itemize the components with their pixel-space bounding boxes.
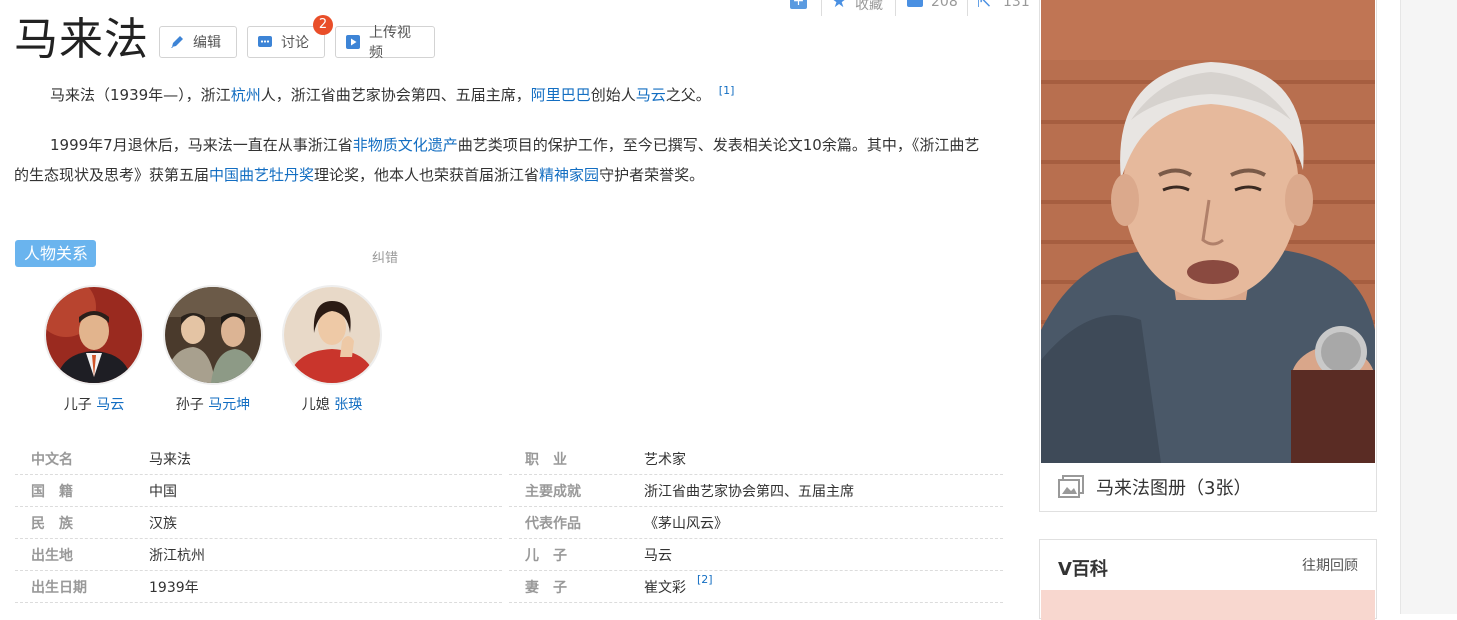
reference-1[interactable]: [1] bbox=[719, 84, 735, 97]
person-caption: 儿子 马云 bbox=[44, 394, 144, 414]
info-key: 国 籍 bbox=[31, 483, 73, 500]
basic-info-left: 中文名 马来法 国 籍 中国 民 族 汉族 出生地 浙江杭州 出生日期 1939年 bbox=[15, 443, 502, 603]
text-span: 1999年7月退休后，马来法一直在从事浙江省 bbox=[50, 136, 353, 154]
text-span: 人，浙江省曲艺家协会第四、五届主席， bbox=[260, 86, 531, 104]
info-key: 民 族 bbox=[31, 515, 73, 532]
info-row: 国 籍 中国 bbox=[15, 475, 502, 507]
avatar[interactable] bbox=[163, 285, 263, 385]
link-spiritual-home[interactable]: 精神家园 bbox=[539, 166, 599, 184]
relation-label: 儿子 bbox=[63, 397, 92, 413]
info-value-link[interactable]: 马云 bbox=[644, 545, 672, 565]
like-icon[interactable] bbox=[907, 0, 923, 7]
info-key: 儿 子 bbox=[525, 547, 567, 564]
link-alibaba[interactable]: 阿里巴巴 bbox=[531, 86, 591, 104]
person-name-link[interactable]: 马云 bbox=[96, 397, 124, 413]
relation-label: 儿媳 bbox=[301, 397, 330, 413]
right-gutter bbox=[1400, 0, 1457, 614]
portrait-photo[interactable] bbox=[1041, 0, 1375, 463]
info-key: 妻 子 bbox=[525, 579, 567, 596]
like-count: 208 bbox=[931, 0, 958, 10]
person-name-link[interactable]: 张瑛 bbox=[334, 397, 362, 413]
info-value: 《茅山风云》 bbox=[644, 515, 728, 532]
info-value-link[interactable]: 艺术家 bbox=[644, 449, 686, 469]
album-link[interactable]: 马来法图册（3张） bbox=[1058, 474, 1251, 500]
info-row: 出生地 浙江杭州 bbox=[15, 539, 502, 571]
link-mayun[interactable]: 马云 bbox=[636, 86, 666, 104]
person-caption: 孙子 马元坤 bbox=[163, 394, 263, 414]
past-review-link[interactable]: 往期回顾 bbox=[1302, 555, 1358, 575]
link-intangible-heritage[interactable]: 非物质文化遗产 bbox=[353, 136, 458, 154]
text-span: 创始人 bbox=[590, 86, 636, 104]
add-icon[interactable]: + bbox=[790, 0, 807, 9]
info-key: 中文名 bbox=[31, 451, 73, 468]
info-key: 出生日期 bbox=[31, 579, 87, 596]
info-row: 职 业 艺术家 bbox=[509, 443, 1003, 475]
album-label: 马来法图册（3张） bbox=[1096, 478, 1252, 499]
intro-paragraph-2: 1999年7月退休后，马来法一直在从事浙江省非物质文化遗产曲艺类项目的保护工作，… bbox=[14, 130, 994, 190]
info-key: 职 业 bbox=[525, 451, 567, 468]
text-span: 马来法（1939年—），浙江 bbox=[50, 86, 231, 104]
collect-label[interactable]: 收藏 bbox=[855, 0, 883, 14]
reference-2[interactable]: [2] bbox=[697, 573, 713, 586]
info-value: 马来法 bbox=[149, 451, 191, 468]
v-baike-card: V百科 往期回顾 bbox=[1039, 539, 1377, 620]
video-play-icon bbox=[345, 34, 361, 50]
v-baike-title: V百科 bbox=[1058, 559, 1108, 580]
pencil-icon bbox=[169, 34, 185, 50]
info-key: 主要成就 bbox=[525, 483, 581, 500]
info-value: 1939年 bbox=[149, 579, 199, 596]
text-span: 守护者荣誉奖。 bbox=[599, 166, 705, 184]
page-title: 马来法 bbox=[14, 14, 149, 65]
relation-label: 孙子 bbox=[175, 397, 204, 413]
share-icon[interactable]: ⇱ bbox=[977, 0, 991, 12]
relation-person-daughter-in-law[interactable]: 儿媳 张瑛 bbox=[282, 285, 382, 414]
basic-info-right: 职 业 艺术家 主要成就 浙江省曲艺家协会第四、五届主席 代表作品 《茅山风云》 儿 … bbox=[509, 443, 1003, 603]
upload-video-label: 上传视频 bbox=[369, 25, 411, 61]
info-value: 汉族 bbox=[149, 515, 177, 532]
info-row: 代表作品 《茅山风云》 bbox=[509, 507, 1003, 539]
correction-link[interactable]: 纠错 bbox=[372, 247, 398, 266]
text-span: 理论奖，他本人也荣获首届浙江省 bbox=[314, 166, 540, 184]
main-content: + ★ 收藏 208 ⇱ 131 马来法 编辑 讨论 2 上传视频 马来法（19… bbox=[0, 0, 1030, 614]
person-name-link[interactable]: 马元坤 bbox=[208, 397, 250, 413]
share-count: 131 bbox=[1003, 0, 1030, 10]
summary-picture-card: 马来法图册（3张） bbox=[1039, 0, 1377, 512]
person-caption: 儿媳 张瑛 bbox=[282, 394, 382, 414]
edit-button[interactable]: 编辑 bbox=[159, 26, 237, 58]
info-row: 儿 子 马云 bbox=[509, 539, 1003, 571]
info-row: 出生日期 1939年 bbox=[15, 571, 502, 603]
relation-person-grandson[interactable]: 孙子 马元坤 bbox=[163, 285, 263, 414]
info-value: 浙江杭州 bbox=[149, 547, 205, 564]
intro-paragraph-1: 马来法（1939年—），浙江杭州人，浙江省曲艺家协会第四、五届主席，阿里巴巴创始… bbox=[14, 80, 994, 110]
info-value-link[interactable]: 崔文彩 bbox=[644, 577, 686, 597]
info-row: 民 族 汉族 bbox=[15, 507, 502, 539]
star-icon[interactable]: ★ bbox=[831, 0, 847, 12]
info-value: 中国 bbox=[149, 483, 177, 500]
relations-tag: 人物关系 bbox=[15, 240, 97, 267]
info-key: 代表作品 bbox=[525, 515, 581, 532]
discuss-count-badge: 2 bbox=[313, 15, 333, 35]
edit-label: 编辑 bbox=[193, 35, 221, 51]
link-hangzhou[interactable]: 杭州 bbox=[231, 86, 261, 104]
discuss-button[interactable]: 讨论 2 bbox=[247, 15, 333, 58]
avatar[interactable] bbox=[282, 285, 382, 385]
v-baike-thumbnail[interactable] bbox=[1041, 590, 1375, 620]
info-row: 中文名 马来法 bbox=[15, 443, 502, 475]
info-row: 主要成就 浙江省曲艺家协会第四、五届主席 bbox=[509, 475, 1003, 507]
discuss-label: 讨论 bbox=[281, 35, 309, 51]
info-value: 浙江省曲艺家协会第四、五届主席 bbox=[644, 483, 854, 500]
gallery-icon bbox=[1058, 475, 1084, 499]
link-peony-award[interactable]: 中国曲艺牡丹奖 bbox=[209, 166, 314, 184]
relation-person-son[interactable]: 儿子 马云 bbox=[44, 285, 144, 414]
info-key: 出生地 bbox=[31, 547, 73, 564]
upload-video-button[interactable]: 上传视频 bbox=[335, 25, 435, 61]
info-row: 妻 子 崔文彩 [2] bbox=[509, 571, 1003, 603]
text-span: 之父。 bbox=[665, 86, 711, 104]
chat-icon bbox=[257, 34, 273, 50]
avatar[interactable] bbox=[44, 285, 144, 385]
